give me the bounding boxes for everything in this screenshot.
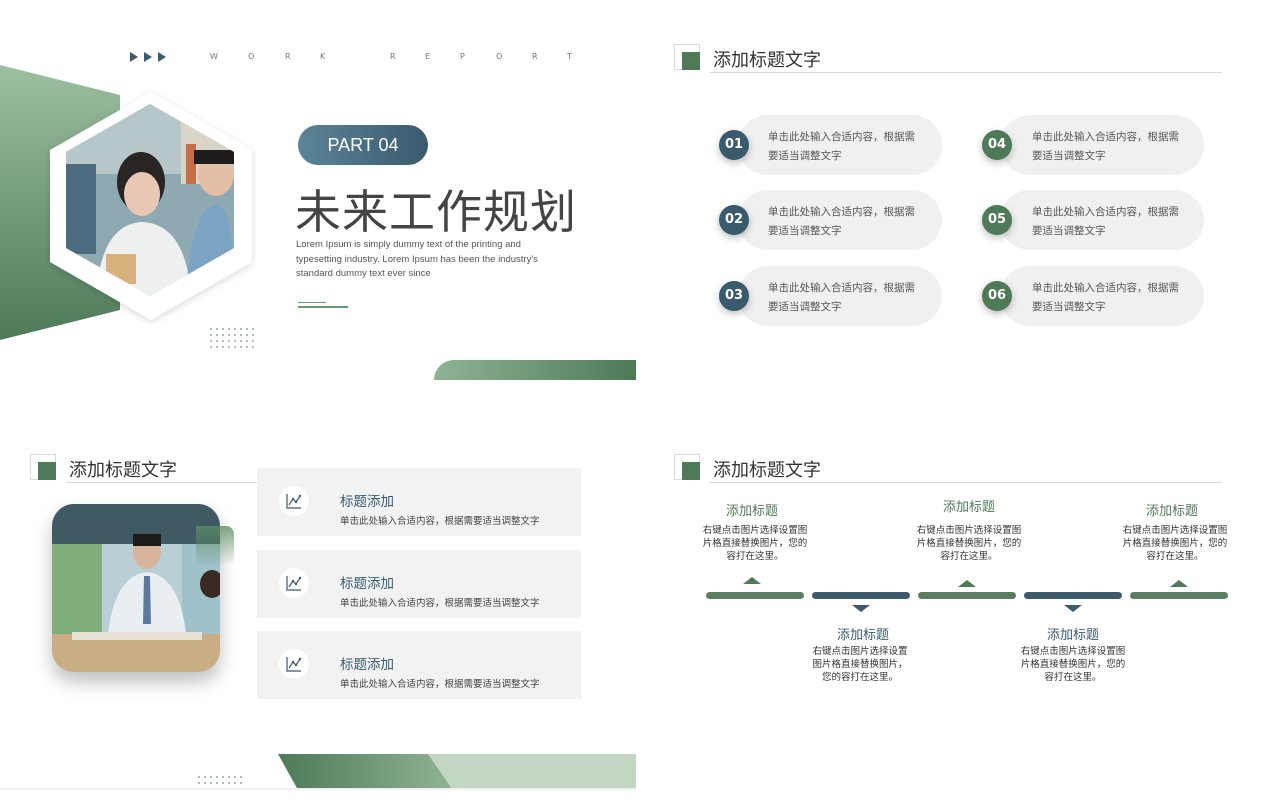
list-item-title[interactable]: 标题添加	[340, 653, 394, 673]
timeline-desc[interactable]: 右键点击图片选择设置图片格直接替换图片，您的容打在这里。	[1018, 645, 1128, 684]
number-badge: 06	[982, 281, 1012, 311]
list-item-desc[interactable]: 单击此处输入合适内容，根据需要适当调整文字	[340, 676, 540, 690]
timeline-segment	[918, 592, 1016, 599]
list-item-text[interactable]: 单击此处输入合适内容，根据需要适当调整文字	[768, 279, 923, 317]
slide-photo-list[interactable]: 添加标题文字 标题添加 单击此处输入合适内容，根据需要适当调整文字 标题添加 单…	[0, 410, 636, 790]
timeline-desc[interactable]: 右键点击图片选择设置图片格直接替换图片，您的容打在这里。	[916, 524, 1022, 563]
timeline-segment	[706, 592, 804, 599]
chart-icon	[279, 486, 309, 516]
timeline-segment	[1024, 592, 1122, 599]
slide-part-cover[interactable]: W O R K R E P O R T PART 04 未来工作规划 Lorem…	[0, 0, 636, 380]
timeline-segment	[812, 592, 910, 599]
header-square-fill	[38, 462, 56, 480]
section-title[interactable]: 添加标题文字	[713, 46, 821, 72]
work-report-letter: R	[390, 52, 396, 61]
timeline-title[interactable]: 添加标题	[1018, 624, 1128, 643]
list-item-text[interactable]: 单击此处输入合适内容，根据需要适当调整文字	[768, 203, 923, 241]
list-item[interactable]: 标题添加 单击此处输入合适内容，根据需要适当调整文字	[257, 631, 581, 699]
timeline-desc[interactable]: 右键点击图片选择设置图片格直接替换图片，您的容打在这里。	[1122, 524, 1228, 563]
timeline-title[interactable]: 添加标题	[697, 500, 807, 519]
list-item-desc[interactable]: 单击此处输入合适内容，根据需要适当调整文字	[340, 513, 540, 527]
office-meeting-photo	[52, 504, 220, 672]
green-corner-bar	[434, 360, 636, 380]
number-badge: 05	[982, 205, 1012, 235]
list-item-desc[interactable]: 单击此处输入合适内容，根据需要适当调整文字	[340, 595, 540, 609]
arrow-up-icon	[1170, 580, 1188, 587]
number-badge: 02	[719, 205, 749, 235]
number-badge: 04	[982, 130, 1012, 160]
list-item[interactable]: 标题添加 单击此处输入合适内容，根据需要适当调整文字	[257, 550, 581, 618]
work-report-letter: W	[210, 52, 218, 61]
header-square-fill	[682, 462, 700, 480]
timeline-segment	[1130, 592, 1228, 599]
chart-icon	[279, 568, 309, 598]
dot-grid-decoration	[198, 776, 242, 784]
green-photo-accent	[196, 526, 234, 566]
arrow-down-icon	[852, 605, 870, 612]
arrow-up-icon	[958, 580, 976, 587]
list-item-text[interactable]: 单击此处输入合适内容，根据需要适当调整文字	[768, 128, 923, 166]
accent-line	[298, 302, 326, 303]
work-report-letter: R	[285, 52, 291, 61]
work-report-letter: O	[496, 52, 503, 61]
timeline-desc[interactable]: 右键点击图片选择设置图片格直接替换图片，您的容打在这里。	[700, 524, 810, 563]
list-item-text[interactable]: 单击此处输入合适内容，根据需要适当调整文字	[1032, 128, 1187, 166]
timeline-title[interactable]: 添加标题	[914, 496, 1024, 515]
list-item-title[interactable]: 标题添加	[340, 490, 394, 510]
number-badge: 03	[719, 281, 749, 311]
timeline-title[interactable]: 添加标题	[808, 624, 918, 643]
list-item-text[interactable]: 单击此处输入合适内容，根据需要适当调整文字	[1032, 279, 1187, 317]
work-report-letter: K	[320, 52, 326, 61]
work-report-letter: P	[460, 52, 465, 61]
work-report-letter: T	[567, 52, 572, 61]
list-item-text[interactable]: 单击此处输入合适内容，根据需要适当调整文字	[1032, 203, 1187, 241]
number-badge: 01	[719, 130, 749, 160]
dot-grid-decoration	[210, 328, 254, 348]
part-badge: PART 04	[298, 125, 428, 165]
header-divider	[710, 482, 1222, 483]
section-title[interactable]: 添加标题文字	[713, 456, 821, 482]
cover-subtitle[interactable]: Lorem Ipsum is simply dummy text of the …	[296, 238, 566, 282]
bottom-strip	[0, 788, 636, 790]
work-report-letter: R	[532, 52, 538, 61]
work-report-letter: E	[425, 52, 431, 61]
timeline-title[interactable]: 添加标题	[1117, 500, 1227, 519]
section-title[interactable]: 添加标题文字	[69, 456, 177, 482]
header-divider	[710, 72, 1222, 73]
list-item-title[interactable]: 标题添加	[340, 572, 394, 592]
list-item[interactable]: 标题添加 单击此处输入合适内容，根据需要适当调整文字	[257, 468, 581, 536]
timeline-desc[interactable]: 右键点击图片选择设置图片格直接替换图片，您的容打在这里。	[810, 645, 910, 684]
header-square-fill	[682, 52, 700, 70]
work-report-letter: O	[248, 52, 255, 61]
green-bottom-shape	[278, 754, 636, 790]
triple-arrow-icon	[130, 52, 166, 62]
slide-numbered-list[interactable]: 添加标题文字 01 单击此处输入合适内容，根据需要适当调整文字 02 单击此处输…	[644, 0, 1280, 380]
accent-line	[298, 306, 348, 308]
slide-timeline[interactable]: 添加标题文字 添加标题 右键点击图片选择设置图片格直接替换图片，您的容打在这里。…	[644, 410, 1280, 790]
arrow-up-icon	[743, 577, 761, 584]
chart-icon	[279, 649, 309, 679]
arrow-down-icon	[1064, 605, 1082, 612]
cover-title[interactable]: 未来工作规划	[295, 176, 577, 242]
